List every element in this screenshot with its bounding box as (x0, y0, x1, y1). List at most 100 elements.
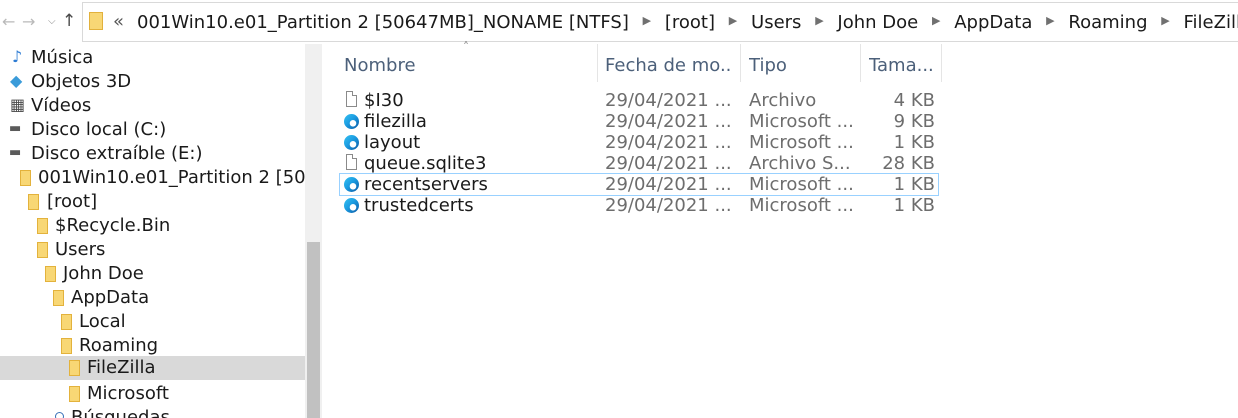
column-divider[interactable] (860, 44, 861, 82)
tree-item-label: Objetos 3D (31, 71, 132, 92)
file-date: 29/04/2021 ... (605, 174, 732, 195)
file-date: 29/04/2021 ... (605, 195, 732, 216)
breadcrumb-overflow[interactable]: « (113, 11, 124, 33)
file-type: Microsoft ... (749, 111, 854, 132)
tree-item-videos[interactable]: ▦ Vídeos (0, 94, 305, 118)
tree-item-root[interactable]: [root] (0, 190, 305, 214)
column-divider[interactable] (941, 44, 942, 82)
tree-item-label: Música (31, 47, 94, 68)
tree-item-partition[interactable]: 001Win10.e01_Partition 2 [506 (0, 166, 305, 190)
tree-item-label: Disco local (C:) (31, 119, 167, 140)
folder-icon (37, 218, 48, 234)
column-header-type[interactable]: Tipo (749, 53, 857, 79)
folder-icon (28, 194, 39, 210)
file-date: 29/04/2021 ... (605, 153, 732, 174)
tree-item-label: Búsquedas (71, 407, 170, 418)
file-type: Microsoft ... (749, 132, 854, 153)
tree-item-label: $Recycle.Bin (55, 215, 171, 236)
folder-icon (20, 170, 31, 186)
chevron-right-icon[interactable]: ▶ (1032, 10, 1068, 32)
chevron-right-icon[interactable]: ▶ (629, 10, 665, 32)
nav-scrollbar-thumb[interactable] (307, 242, 320, 418)
breadcrumb-item-appdata[interactable]: AppData (954, 12, 1032, 33)
folder-icon (69, 360, 80, 376)
tree-item-disco-extraible[interactable]: ▬ Disco extraíble (E:) (0, 142, 305, 166)
file-row[interactable]: filezilla 29/04/2021 ... Microsoft ... 9… (340, 111, 938, 132)
file-row[interactable]: layout 29/04/2021 ... Microsoft ... 1 KB (340, 132, 938, 153)
tree-item-label: Disco extraíble (E:) (31, 143, 203, 164)
chevron-right-icon[interactable]: ▶ (801, 10, 837, 32)
folder-icon (37, 242, 48, 258)
breadcrumb-item-roaming[interactable]: Roaming (1068, 12, 1147, 33)
tree-item-label: 001Win10.e01_Partition 2 [506 (38, 167, 305, 188)
tree-item-recycle-bin[interactable]: $Recycle.Bin (0, 214, 305, 238)
tree-item-label: Vídeos (31, 95, 92, 116)
chevron-down-icon[interactable]: ⌵ (48, 12, 56, 32)
chevron-right-icon[interactable]: ▶ (715, 10, 751, 32)
address-bar[interactable]: « 001Win10.e01_Partition 2 [50647MB]_NON… (82, 2, 1238, 42)
tree-item-label: Roaming (79, 335, 159, 356)
column-header-date[interactable]: Fecha de mo... (605, 53, 733, 79)
local-drive-icon: ▬ (9, 121, 22, 136)
file-row[interactable]: trustedcerts 29/04/2021 ... Microsoft ..… (340, 195, 938, 216)
breadcrumb: 001Win10.e01_Partition 2 [50647MB]_NONAM… (137, 12, 1238, 34)
column-divider[interactable] (597, 44, 598, 82)
tree-item-john-doe[interactable]: John Doe (0, 262, 305, 286)
folder-icon (61, 314, 72, 330)
file-row[interactable]: queue.sqlite3 29/04/2021 ... Archivo S..… (340, 153, 938, 174)
tree-item-label: Microsoft (87, 383, 169, 404)
breadcrumb-item-root[interactable]: [root] (665, 12, 715, 33)
edge-icon (344, 198, 359, 213)
music-note-icon: ♪ (12, 47, 23, 66)
file-name: recentservers (364, 174, 488, 195)
tree-item-label: Users (55, 239, 106, 260)
file-type: Microsoft ... (749, 174, 854, 195)
cube-3d-icon: ◆ (10, 71, 23, 90)
folder-icon (45, 266, 56, 282)
breadcrumb-item-users[interactable]: Users (751, 12, 801, 33)
removable-drive-icon: ▬ (9, 145, 22, 160)
address-bar-area: ← → ⌵ ↑ « 001Win10.e01_Partition 2 [5064… (0, 0, 1238, 44)
tree-item-busquedas[interactable]: Búsquedas (0, 406, 305, 418)
file-name: filezilla (364, 111, 427, 132)
file-name: queue.sqlite3 (364, 153, 487, 174)
file-name: trustedcerts (364, 195, 474, 216)
column-divider[interactable] (740, 44, 741, 82)
file-size: 9 KB (893, 111, 935, 132)
file-size: 1 KB (893, 174, 935, 195)
file-name: layout (364, 132, 421, 153)
film-icon: ▦ (10, 95, 26, 114)
file-row[interactable]: $I30 29/04/2021 ... Archivo 4 KB (340, 90, 938, 111)
chevron-right-icon[interactable]: ▶ (1148, 10, 1184, 32)
edge-icon (344, 177, 359, 192)
folder-icon (53, 290, 64, 306)
tree-item-users[interactable]: Users (0, 238, 305, 262)
tree-item-microsoft[interactable]: Microsoft (0, 382, 305, 406)
chevron-right-icon[interactable]: ▶ (918, 10, 954, 32)
column-header-size[interactable]: Tama... (869, 53, 939, 79)
tree-item-label: Local (79, 311, 126, 332)
tree-item-filezilla[interactable]: FileZilla (0, 356, 305, 380)
file-icon (346, 154, 357, 170)
file-type: Archivo (749, 90, 817, 111)
file-list: ˄ Nombre Fecha de mo... Tipo Tama... $I3… (322, 40, 1238, 418)
tree-item-label: AppData (71, 287, 150, 308)
tree-item-appdata[interactable]: AppData (0, 286, 305, 310)
tree-item-local[interactable]: Local (0, 310, 305, 334)
file-size: 1 KB (893, 132, 935, 153)
column-header-name[interactable]: Nombre (344, 53, 596, 79)
tree-item-musica[interactable]: ♪ Música (0, 46, 305, 70)
tree-item-label: [root] (47, 191, 98, 212)
tree-item-objetos-3d[interactable]: ◆ Objetos 3D (0, 70, 305, 94)
breadcrumb-item-john-doe[interactable]: John Doe (837, 12, 918, 33)
file-name: $I30 (364, 90, 404, 111)
tree-item-disco-local[interactable]: ▬ Disco local (C:) (0, 118, 305, 142)
breadcrumb-item-partition[interactable]: 001Win10.e01_Partition 2 [50647MB]_NONAM… (137, 12, 629, 33)
edge-icon (344, 114, 359, 129)
tree-item-roaming[interactable]: Roaming (0, 334, 305, 358)
breadcrumb-item-filezilla[interactable]: FileZilla (1184, 12, 1238, 33)
arrow-left-icon[interactable]: ← (2, 12, 15, 32)
file-row[interactable]: recentservers 29/04/2021 ... Microsoft .… (339, 173, 939, 196)
arrow-right-icon[interactable]: → (22, 12, 35, 32)
arrow-up-icon[interactable]: ↑ (62, 11, 76, 31)
